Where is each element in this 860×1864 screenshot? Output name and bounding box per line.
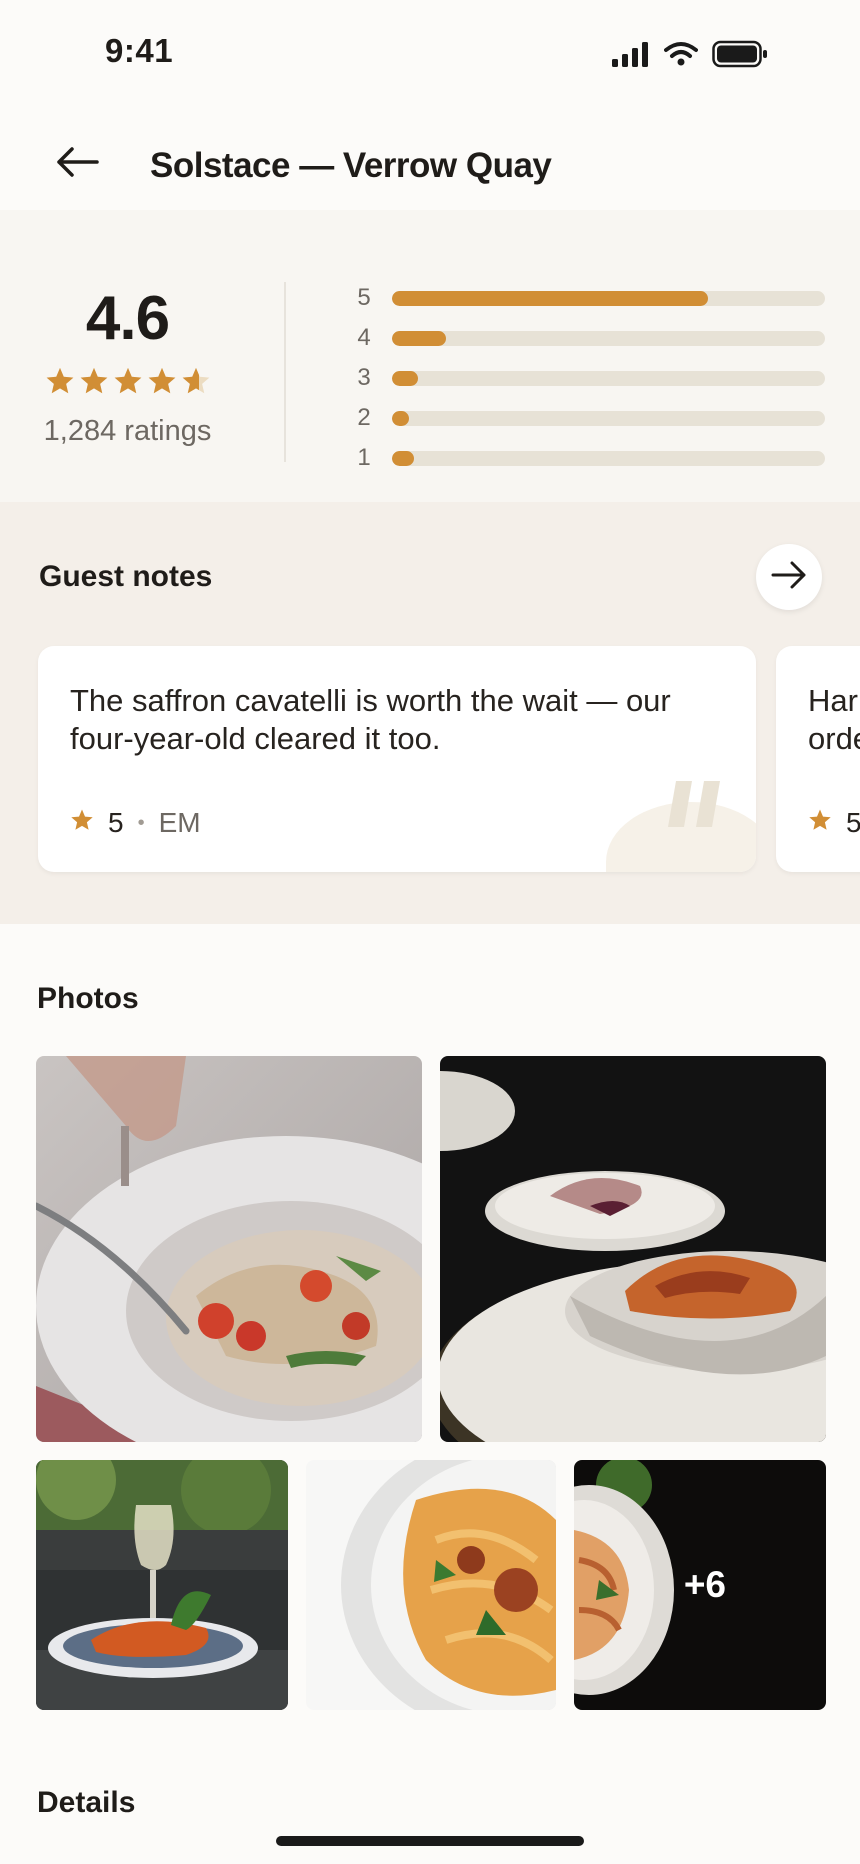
status-bar: 9:41 <box>0 0 860 110</box>
photo-more-thumbnail[interactable]: +6 <box>574 1460 826 1710</box>
star-icon <box>808 807 832 839</box>
guest-notes-section: Guest notes The saffron cavatelli is wor… <box>0 502 860 924</box>
more-photos-label: +6 <box>683 1564 726 1605</box>
distribution-fill <box>392 450 414 466</box>
distribution-label: 2 <box>357 404 371 431</box>
distribution-label: 5 <box>357 284 371 311</box>
back-button[interactable] <box>52 142 102 186</box>
star-icon <box>147 366 177 401</box>
score-block: 4.6 1,284 ratings <box>30 288 225 448</box>
guest-notes-title: Guest notes <box>39 560 213 593</box>
distribution-track <box>392 330 825 346</box>
star-icon <box>79 366 109 401</box>
photo-thumbnail[interactable] <box>36 1460 288 1710</box>
photo-thumbnail[interactable] <box>440 1056 826 1442</box>
distribution-track <box>392 370 825 386</box>
guest-note-author: EM <box>158 807 201 838</box>
star-rating <box>30 366 225 401</box>
separator-dot: • <box>137 811 145 834</box>
distribution-row: 5 <box>350 278 825 318</box>
wifi-icon <box>664 41 698 72</box>
guest-note-meta: 5 <box>808 807 860 839</box>
arrow-right-icon <box>771 561 807 594</box>
distribution-label: 4 <box>357 324 371 351</box>
quote-icon <box>664 781 724 832</box>
ratings-summary: 4.6 1,284 ratings 5 4 3 2 1 <box>0 210 860 502</box>
distribution-label: 3 <box>357 364 371 391</box>
distribution-fill <box>392 410 410 426</box>
guest-note-card[interactable]: Harorde 5 <box>776 646 860 872</box>
distribution-row: 2 <box>350 398 825 438</box>
signal-icon <box>612 41 650 72</box>
distribution-fill <box>392 330 447 346</box>
distribution-row: 4 <box>350 318 825 358</box>
guest-notes-carousel[interactable]: The saffron cavatelli is worth the wait … <box>38 646 860 872</box>
details-title: Details <box>37 1786 136 1819</box>
battery-icon <box>712 40 768 73</box>
page-title: Solstace — Verrow Quay <box>150 146 552 185</box>
home-indicator[interactable] <box>276 1836 584 1846</box>
status-icons <box>612 40 768 73</box>
distribution-track <box>392 410 825 426</box>
ratings-count: 1,284 ratings <box>43 415 212 447</box>
guest-note-rating: 5 <box>108 807 124 838</box>
photo-thumbnail[interactable] <box>36 1056 422 1442</box>
guest-note-card[interactable]: The saffron cavatelli is worth the wait … <box>38 646 756 872</box>
guest-notes-more-button[interactable] <box>756 544 822 610</box>
guest-note-text: The saffron cavatelli is worth the wait … <box>70 683 671 756</box>
distribution-track <box>392 290 825 306</box>
distribution-row: 1 <box>350 438 825 478</box>
top-app-bar: Solstace — Verrow Quay <box>0 118 860 210</box>
guest-note-text: Harorde <box>808 683 860 756</box>
photo-thumbnail[interactable] <box>306 1460 556 1710</box>
status-time: 9:41 <box>105 32 174 69</box>
rating-distribution: 5 4 3 2 1 <box>350 278 825 478</box>
star-icon <box>113 366 143 401</box>
distribution-row: 3 <box>350 358 825 398</box>
guest-note-meta: 5 • EM <box>70 807 201 839</box>
distribution-track <box>392 450 825 466</box>
photos-title: Photos <box>37 982 139 1015</box>
distribution-fill <box>392 370 418 386</box>
divider <box>284 282 286 462</box>
distribution-fill <box>392 290 709 306</box>
guest-note-rating: 5 <box>846 807 860 838</box>
arrow-left-icon <box>55 146 99 183</box>
average-rating: 4.6 <box>85 284 170 353</box>
distribution-label: 1 <box>357 444 371 471</box>
star-icon <box>45 366 75 401</box>
star-icon <box>181 366 211 401</box>
star-icon <box>70 807 94 839</box>
